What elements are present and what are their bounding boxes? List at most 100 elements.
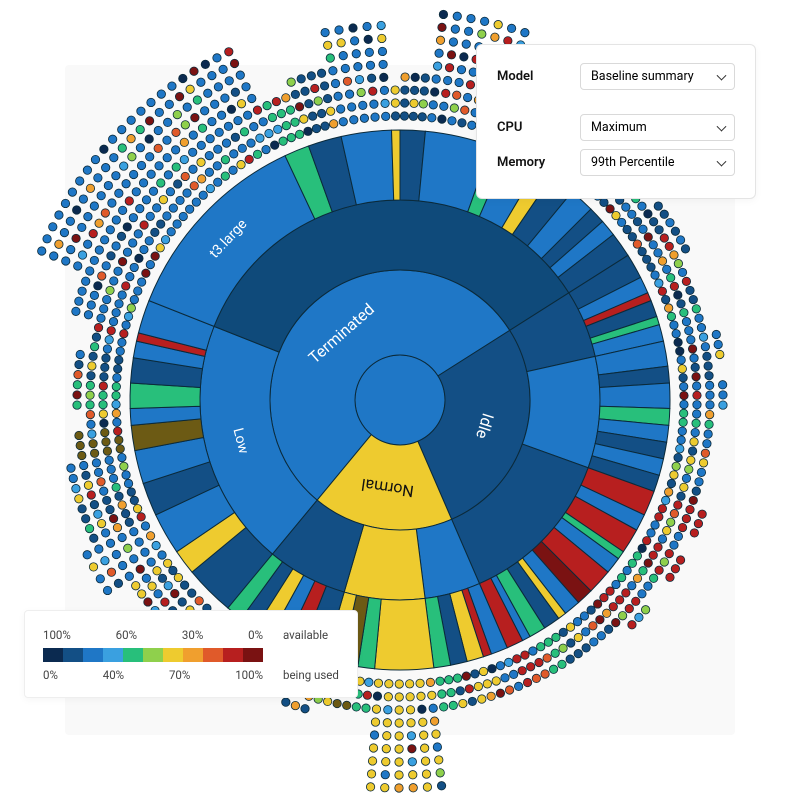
instance-dot[interactable] (84, 311, 92, 319)
instance-dot[interactable] (240, 128, 248, 136)
instance-dot[interactable] (120, 162, 128, 170)
instance-dot[interactable] (297, 75, 305, 83)
instance-dot[interactable] (468, 697, 476, 705)
instance-dot[interactable] (666, 518, 674, 526)
instance-dot[interactable] (660, 210, 668, 218)
instance-dot[interactable] (142, 196, 150, 204)
instance-dot[interactable] (199, 191, 207, 199)
instance-dot[interactable] (647, 263, 655, 271)
instance-dot[interactable] (395, 745, 403, 753)
instance-dot[interactable] (43, 235, 51, 243)
instance-dot[interactable] (213, 54, 221, 62)
instance-dot[interactable] (680, 400, 688, 408)
instance-dot[interactable] (458, 119, 466, 127)
instance-dot[interactable] (509, 670, 517, 678)
instance-dot[interactable] (391, 99, 399, 107)
instance-dot[interactable] (461, 106, 469, 114)
instance-dot[interactable] (151, 252, 159, 260)
instance-dot[interactable] (237, 100, 245, 108)
instance-dot[interactable] (86, 184, 94, 192)
instance-dot[interactable] (462, 40, 470, 48)
instance-dot[interactable] (287, 78, 295, 86)
instance-dot[interactable] (161, 598, 169, 606)
instance-dot[interactable] (514, 682, 522, 690)
instance-dot[interactable] (395, 771, 403, 779)
instance-dot[interactable] (559, 628, 567, 636)
instance-dot[interactable] (99, 382, 107, 390)
instance-dot[interactable] (428, 114, 436, 122)
instance-dot[interactable] (85, 524, 93, 532)
instance-dot[interactable] (680, 483, 688, 491)
instance-dot[interactable] (449, 38, 457, 46)
instance-dot[interactable] (582, 644, 590, 652)
instance-dot[interactable] (304, 127, 312, 135)
instance-dot[interactable] (113, 374, 121, 382)
instance-dot[interactable] (287, 133, 295, 141)
instance-dot[interactable] (90, 256, 98, 264)
instance-dot[interactable] (693, 391, 701, 399)
instance-dot[interactable] (137, 161, 145, 169)
instance-dot[interactable] (365, 678, 373, 686)
instance-dot[interactable] (87, 301, 95, 309)
instance-dot[interactable] (678, 523, 686, 531)
instance-dot[interactable] (279, 137, 287, 145)
instance-dot[interactable] (89, 439, 97, 447)
instance-dot[interactable] (253, 150, 261, 158)
instance-dot[interactable] (432, 75, 440, 83)
instance-dot[interactable] (334, 92, 342, 100)
instance-dot[interactable] (102, 262, 110, 270)
instance-dot[interactable] (103, 586, 111, 594)
instance-dot[interactable] (89, 352, 97, 360)
instance-dot[interactable] (488, 664, 496, 672)
instance-dot[interactable] (197, 175, 205, 183)
instance-dot[interactable] (337, 39, 345, 47)
instance-dot[interactable] (587, 606, 595, 614)
instance-dot[interactable] (686, 286, 694, 294)
instance-dot[interactable] (638, 544, 646, 552)
instance-dot[interactable] (101, 163, 109, 171)
instance-dot[interactable] (352, 50, 360, 58)
instance-dot[interactable] (438, 115, 446, 123)
instance-dot[interactable] (164, 581, 172, 589)
instance-dot[interactable] (317, 69, 325, 77)
instance-dot[interactable] (113, 523, 121, 531)
instance-dot[interactable] (86, 391, 94, 399)
instance-dot[interactable] (581, 628, 589, 636)
instance-dot[interactable] (416, 679, 424, 687)
instance-dot[interactable] (682, 474, 690, 482)
instance-dot[interactable] (191, 113, 199, 121)
instance-dot[interactable] (214, 178, 222, 186)
instance-dot[interactable] (140, 245, 148, 253)
instance-dot[interactable] (532, 674, 540, 682)
instance-dot[interactable] (465, 685, 473, 693)
instance-dot[interactable] (374, 679, 382, 687)
instance-dot[interactable] (597, 632, 605, 640)
instance-dot[interactable] (144, 598, 152, 606)
instance-dot[interactable] (146, 153, 154, 161)
instance-dot[interactable] (147, 98, 155, 106)
instance-dot[interactable] (343, 77, 351, 85)
instance-dot[interactable] (378, 34, 386, 42)
instance-dot[interactable] (666, 573, 674, 581)
instance-dot[interactable] (537, 642, 545, 650)
instance-dot[interactable] (136, 144, 144, 152)
instance-dot[interactable] (407, 732, 415, 740)
instance-dot[interactable] (459, 699, 467, 707)
instance-dot[interactable] (145, 237, 153, 245)
instance-dot[interactable] (100, 487, 108, 495)
instance-dot[interactable] (339, 51, 347, 59)
instance-dot[interactable] (670, 471, 678, 479)
instance-dot[interactable] (108, 135, 116, 143)
instance-dot[interactable] (409, 771, 417, 779)
instance-dot[interactable] (649, 218, 657, 226)
instance-dot[interactable] (411, 73, 419, 81)
instance-dot[interactable] (600, 593, 608, 601)
instance-dot[interactable] (366, 61, 374, 69)
instance-dot[interactable] (606, 205, 614, 213)
instance-dot[interactable] (74, 262, 82, 270)
instance-dot[interactable] (623, 566, 631, 574)
instance-dot[interactable] (405, 680, 413, 688)
instance-dot[interactable] (99, 391, 107, 399)
instance-dot[interactable] (82, 471, 90, 479)
instance-dot[interactable] (100, 145, 108, 153)
